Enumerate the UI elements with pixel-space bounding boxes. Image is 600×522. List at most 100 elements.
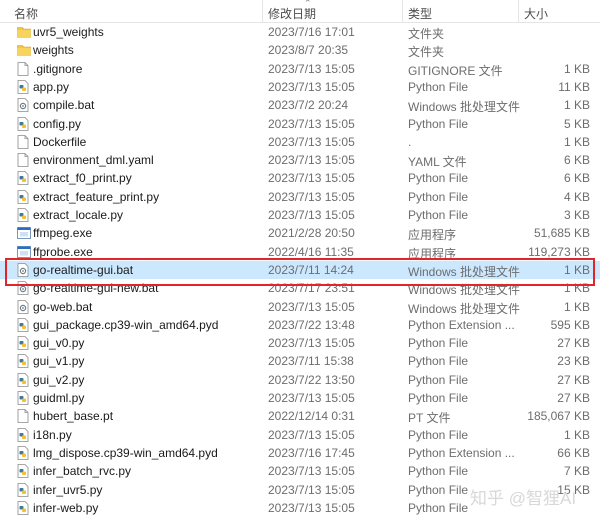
file-name: gui_v0.py [33,336,85,351]
file-name: i18n.py [33,427,72,442]
file-type: Python File [408,336,469,351]
file-row[interactable]: weights 2023/8/7 20:35 文件夹 [0,41,600,59]
file-size: 185,067 KB [527,409,590,424]
file-row[interactable]: infer_batch_rvc.py 2023/7/13 15:05 Python … [0,462,600,480]
file-type: Windows 批处理文件 [408,100,521,115]
file-size: 5 KB [563,116,590,131]
file-row[interactable]: uvr5_weights 2023/7/16 17:01 文件夹 [0,23,600,41]
file-modified-date: 2023/7/22 13:50 [268,372,355,387]
file-row[interactable]: gui_v0.py 2023/7/13 15:05 Python File 27 KB [0,334,600,352]
file-modified-date: 2023/7/13 15:05 [268,189,355,204]
file-name: .gitignore [33,61,83,76]
file-row[interactable]: environment_dml.yaml 2023/7/13 15:05 YAML … [0,151,600,169]
file-name: infer-web.py [33,500,99,515]
python-file-icon [17,354,29,369]
file-name: environment_dml.yaml [33,153,154,168]
file-row[interactable]: Dockerfile 2023/7/13 15:05. 1 KB [0,133,600,151]
file-name: infer_batch_rvc.py [33,464,132,479]
file-row[interactable]: lmg_dispose.cp39-win_amd64.pyd 2023/7/16 … [0,444,600,462]
file-row[interactable]: go-web.bat 2023/7/13 15:05 Windows 批处理文件 1 … [0,298,600,316]
file-name: extract_f0_print.py [33,171,132,186]
file-type: Windows 批处理文件 [408,301,521,316]
column-divider[interactable] [518,0,519,22]
file-modified-date: 2023/7/13 15:05 [268,171,355,186]
watermark: 知乎 @智狸AI [470,489,577,508]
column-header-date[interactable]: 修改日期 [268,5,316,22]
file-row[interactable]: ffmpeg.exe 2021/2/28 20:50 应用程序 51,685 KB [0,224,600,242]
file-size: 27 KB [557,336,590,351]
file-icon [17,61,29,76]
file-name: go-web.bat [33,299,93,314]
file-row[interactable]: extract_feature_print.py 2023/7/13 15:05 P… [0,188,600,206]
file-name: gui_package.cp39-win_amd64.pyd [33,317,219,332]
file-row[interactable]: extract_locale.py 2023/7/13 15:05 Python F… [0,206,600,224]
column-divider[interactable] [262,0,263,22]
file-size: 7 KB [563,464,590,479]
python-file-icon [17,116,29,131]
file-type: PT 文件 [408,411,451,426]
file-name: Dockerfile [33,134,87,149]
folder-icon [17,25,31,39]
file-name: hubert_base.pt [33,409,114,424]
file-icon [17,134,29,149]
file-row[interactable]: guidml.py 2023/7/13 15:05 Python File 27 KB [0,389,600,407]
file-modified-date: 2023/7/2 20:24 [268,98,349,113]
file-row[interactable]: app.py 2023/7/13 15:05 Python File 11 KB [0,78,600,96]
file-row[interactable]: config.py 2023/7/13 15:05 Python File 5 KB [0,115,600,133]
column-header-size[interactable]: 大小 [524,5,548,22]
file-modified-date: 2023/7/13 15:05 [268,464,355,479]
file-name: lmg_dispose.cp39-win_amd64.pyd [33,445,218,460]
python-file-icon [17,208,29,222]
file-size: 119,273 KB [528,244,590,259]
file-type: Python File [408,171,469,186]
file-row[interactable]: i18n.py 2023/7/13 15:05 Python File 1 KB [0,426,600,444]
file-row[interactable]: gui_v2.py 2023/7/22 13:50 Python File 27 KB [0,371,600,389]
file-type: GITIGNORE 文件 [408,63,503,78]
file-row[interactable]: .gitignore 2023/7/13 15:05 GITIGNORE 文件 1 K… [0,60,600,78]
file-size: 1 KB [563,427,590,442]
file-name: config.py [33,116,82,131]
column-header-type[interactable]: 类型 [408,5,432,22]
file-type: Python File [408,482,469,497]
python-file-icon [17,372,29,387]
file-row[interactable]: gui_package.cp39-win_amd64.pyd 2023/7/22 … [0,316,600,334]
file-modified-date: 2023/7/13 15:05 [268,391,355,405]
exe-icon [17,245,31,259]
file-modified-date: 2023/7/13 15:05 [268,153,355,168]
python-file-icon [17,189,29,204]
file-name: uvr5_weights [33,25,104,39]
python-file-icon [17,500,29,515]
file-modified-date: 2023/7/22 13:48 [268,317,355,332]
file-row[interactable]: extract_f0_print.py 2023/7/13 15:05 Python… [0,169,600,187]
file-name: app.py [33,79,70,94]
file-size: 1 KB [563,98,590,113]
file-type: Python File [408,189,469,204]
file-name: infer_uvr5.py [33,482,103,497]
file-row[interactable]: hubert_base.pt 2022/12/14 0:31 PT 文件 185,06… [0,407,600,425]
file-row[interactable]: gui_v1.py 2023/7/11 15:38 Python File 23 KB [0,352,600,370]
folder-icon [17,43,31,57]
column-divider[interactable] [402,0,403,22]
file-size: 595 KB [550,317,590,332]
file-modified-date: 2023/7/13 15:05 [268,299,355,314]
column-header: ⌃ 名称 修改日期 类型 大小 [0,0,600,23]
batch-file-icon [17,98,29,113]
exe-icon [17,226,31,240]
python-file-icon [17,317,29,332]
file-size: 4 KB [563,189,590,204]
file-type: Python File [408,500,469,515]
file-type: Python File [408,208,469,222]
file-type: 文件夹 [408,45,445,60]
file-name: extract_locale.py [33,208,124,222]
file-name: weights [33,43,74,58]
file-name: extract_feature_print.py [33,189,160,204]
python-file-icon [17,427,29,442]
file-size: 27 KB [557,391,590,405]
file-modified-date: 2023/7/16 17:01 [268,25,355,39]
python-file-icon [17,391,29,405]
column-header-name[interactable]: 名称 [14,5,38,22]
file-row[interactable]: compile.bat 2023/7/2 20:24 Windows 批处理文件 1 … [0,96,600,114]
python-file-icon [17,445,29,460]
python-file-icon [17,464,29,479]
file-name: ffmpeg.exe [33,226,93,241]
